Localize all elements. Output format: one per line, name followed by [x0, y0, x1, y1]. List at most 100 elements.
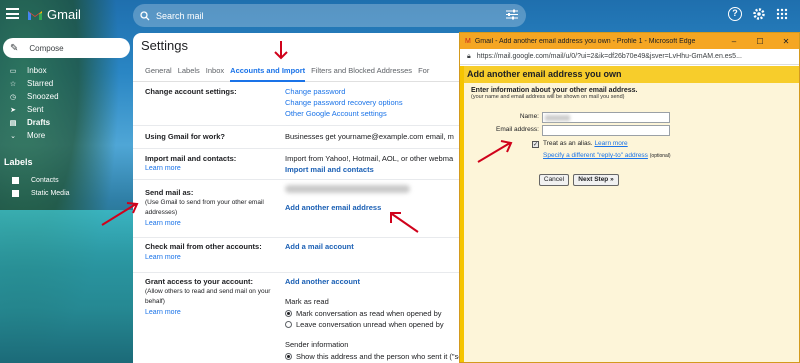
mark-as-read-title: Mark as read [285, 297, 329, 306]
compose-button[interactable]: ✎ Compose [3, 38, 130, 58]
settings-panel: Settings General Labels Inbox Accounts a… [133, 33, 463, 363]
other-settings-link[interactable]: Other Google Account settings [285, 108, 387, 119]
email-label: Email address: [496, 126, 539, 133]
sidebar-item-label: Snoozed [27, 92, 59, 101]
name-input[interactable] [542, 112, 670, 123]
next-step-button[interactable]: Next Step » [573, 174, 619, 186]
annotation-arrow-icon [390, 212, 419, 233]
sidebar-item-inbox[interactable]: ▭ Inbox [0, 64, 130, 77]
tab-inbox[interactable]: Inbox [206, 64, 224, 82]
import-value: Import from Yahoo!, Hotmail, AOL, or oth… [285, 154, 454, 163]
show-address-option-label: Show this address and the person who sen… [296, 352, 463, 361]
grant-label: Grant access to your account: [145, 277, 253, 286]
apps-grid-icon[interactable] [776, 8, 788, 20]
tab-general[interactable]: General [145, 64, 172, 82]
annotation-arrow-icon [477, 140, 513, 163]
reply-to-link[interactable]: Specify a different "reply-to" address [543, 152, 648, 159]
cancel-button[interactable]: Cancel [539, 174, 569, 186]
tab-filters[interactable]: Filters and Blocked Addresses [311, 64, 412, 82]
sidebar-item-label: Sent [27, 105, 44, 114]
tab-accounts-and-import[interactable]: Accounts and Import [230, 64, 306, 82]
labels-heading: Labels [4, 157, 33, 167]
change-password-link[interactable]: Change password [285, 86, 345, 97]
chevron-down-icon: ⌄ [10, 132, 16, 140]
alias-text: Treat as an alias. [543, 140, 593, 147]
label-name: Contacts [31, 177, 59, 184]
background-water [0, 210, 135, 363]
star-icon: ☆ [9, 80, 17, 88]
search-input[interactable]: Search mail [156, 11, 204, 21]
change-account-row: Change account settings: Change password… [133, 83, 463, 126]
check-mail-learn-more-link[interactable]: Learn more [145, 254, 181, 261]
alias-learn-more-link[interactable]: Learn more [594, 140, 627, 147]
minimize-button[interactable]: – [721, 37, 747, 46]
send-icon: ➤ [10, 106, 16, 114]
work-value: Businesses get yourname@example.com emai… [285, 132, 454, 141]
gmail-for-work-row: Using Gmail for work? Businesses get you… [133, 126, 463, 149]
hamburger-icon[interactable] [6, 8, 19, 19]
info-sub: (your name and email address will be sho… [471, 94, 625, 100]
sidebar-item-starred[interactable]: ☆ Starred [0, 77, 130, 90]
annotation-arrow-icon [101, 202, 139, 226]
app-name: Gmail [47, 7, 81, 22]
popup-body: Add another email address you own Enter … [460, 66, 799, 362]
check-mail-row: Check mail from other accounts: Learn mo… [133, 238, 463, 273]
help-icon[interactable]: ? [728, 7, 742, 21]
sidebar-nav: ▭ Inbox ☆ Starred ◷ Snoozed ➤ Sent ▤ Drafts ⌄… [0, 64, 130, 142]
inbox-icon: ▭ [9, 67, 17, 75]
close-button[interactable]: ✕ [773, 37, 799, 46]
search-icon[interactable] [140, 10, 150, 21]
send-as-sub: (Use Gmail to send from your other email… [145, 199, 264, 216]
compose-label: Compose [29, 43, 64, 53]
popup-info: Enter information about your other email… [471, 87, 637, 100]
add-another-email-link[interactable]: Add another email address [285, 202, 381, 213]
radio-selected[interactable] [285, 310, 292, 317]
grant-sub: (Allow others to read and send mail on y… [145, 288, 271, 305]
grant-access-row: Grant access to your account: (Allow oth… [133, 273, 463, 363]
address-bar[interactable]: 🔒︎ https://mail.google.com/mail/u/0/?ui=… [460, 49, 799, 65]
import-row: Import mail and contacts: Learn more Imp… [133, 149, 463, 180]
sidebar-item-drafts[interactable]: ▤ Drafts [0, 116, 130, 129]
send-as-learn-more-link[interactable]: Learn more [145, 220, 181, 227]
change-recovery-link[interactable]: Change password recovery options [285, 97, 403, 108]
gear-icon[interactable] [752, 7, 766, 21]
leave-unread-option-label: Leave conversation unread when opened by [296, 320, 444, 329]
window-title: Gmail - Add another email address you ow… [474, 37, 696, 45]
show-address-option[interactable]: Show this address and the person who sen… [285, 351, 463, 362]
maximize-button[interactable]: ☐ [747, 37, 773, 46]
sidebar-item-label: Starred [27, 79, 54, 88]
grant-learn-more-link[interactable]: Learn more [145, 309, 181, 316]
search-bar[interactable]: Search mail [133, 4, 526, 27]
url-text[interactable]: https://mail.google.com/mail/u/0/?ui=2&i… [477, 53, 742, 60]
gmail-favicon-icon: M [465, 37, 471, 45]
label-static-media[interactable]: Static Media [12, 190, 70, 197]
gmail-logo[interactable]: Gmail [27, 7, 81, 22]
label-name: Static Media [31, 190, 70, 197]
radio-unselected[interactable] [285, 321, 292, 328]
optional-text: (optional) [649, 153, 671, 159]
check-mail-label: Check mail from other accounts: [145, 242, 262, 251]
tab-labels[interactable]: Labels [178, 64, 200, 82]
sender-info-title: Sender information [285, 340, 349, 349]
import-learn-more-link[interactable]: Learn more [145, 165, 181, 172]
sidebar-item-more[interactable]: ⌄ More [0, 129, 130, 142]
top-bar: Gmail Search mail ? [0, 0, 800, 30]
add-mail-account-link[interactable]: Add a mail account [285, 241, 354, 252]
import-mail-link[interactable]: Import mail and contacts [285, 164, 374, 175]
sidebar-item-sent[interactable]: ➤ Sent [0, 103, 130, 116]
mark-read-option-label: Mark conversation as read when opened by [296, 309, 442, 318]
email-input[interactable] [542, 125, 670, 136]
sidebar-item-snoozed[interactable]: ◷ Snoozed [0, 90, 130, 103]
change-account-label: Change account settings: [145, 87, 237, 96]
alias-checkbox[interactable]: ✓ [532, 141, 539, 148]
tab-forwarding[interactable]: For [418, 64, 429, 82]
leave-unread-option[interactable]: Leave conversation unread when opened by [285, 319, 444, 330]
sidebar-item-label: Drafts [27, 118, 51, 127]
tune-icon[interactable] [506, 9, 518, 20]
page-title: Settings [141, 38, 188, 53]
sidebar-item-label: Inbox [27, 66, 47, 75]
mark-read-option[interactable]: Mark conversation as read when opened by [285, 308, 442, 319]
label-contacts[interactable]: Contacts [12, 177, 59, 184]
add-another-account-link[interactable]: Add another account [285, 276, 360, 287]
radio-selected[interactable] [285, 353, 292, 360]
